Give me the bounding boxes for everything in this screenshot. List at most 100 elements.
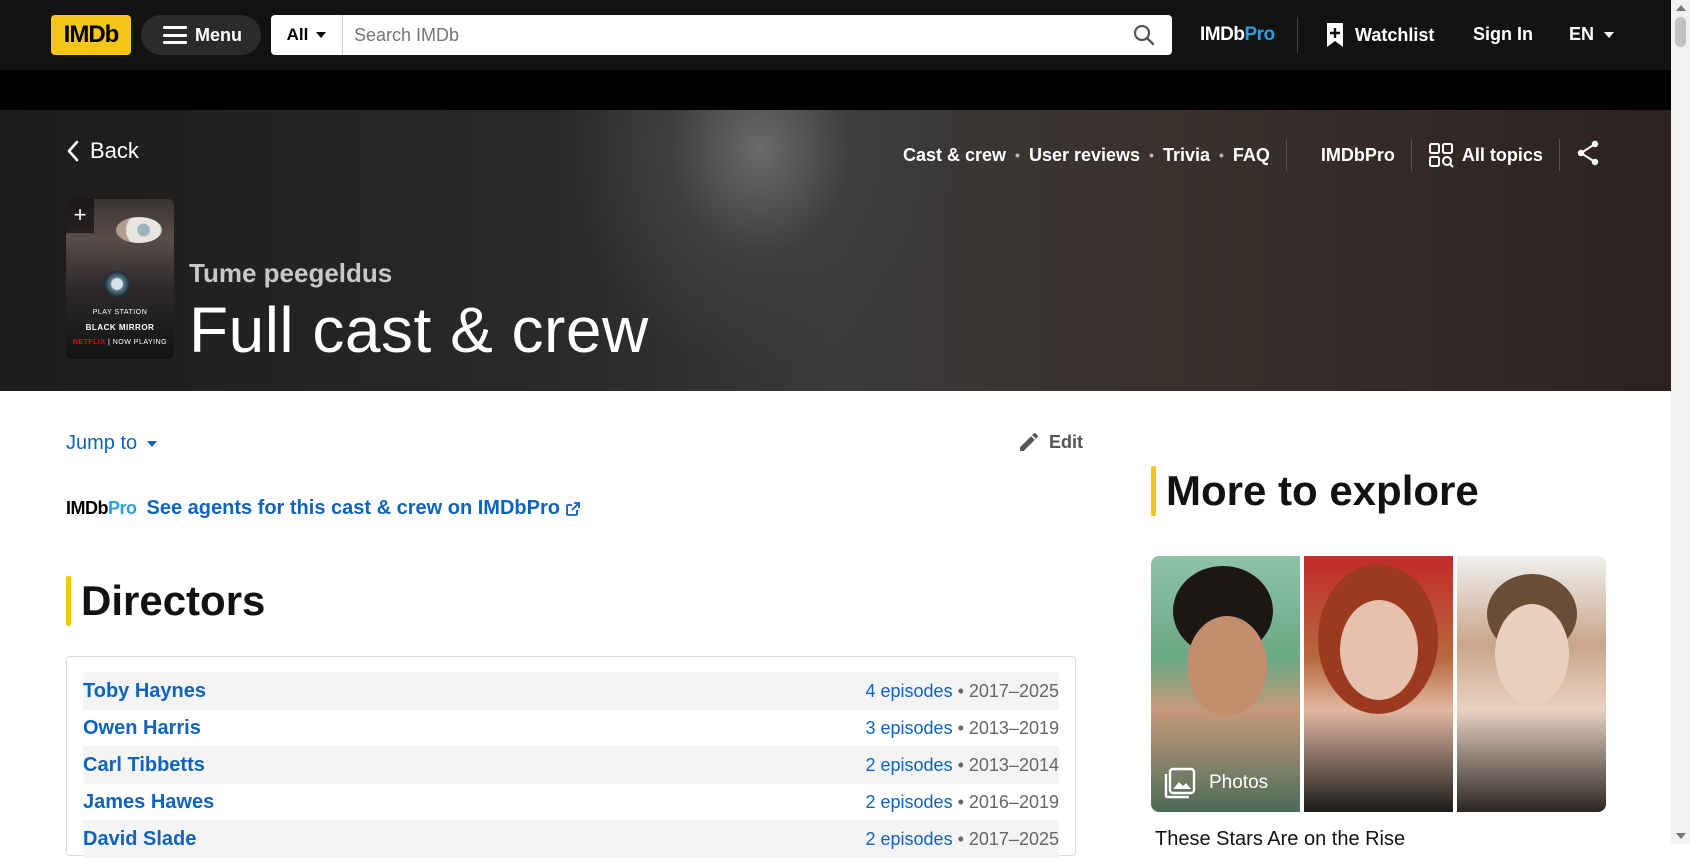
photos-card[interactable]: Photos bbox=[1151, 556, 1606, 812]
sign-in-link[interactable]: Sign In bbox=[1473, 24, 1533, 45]
series-title[interactable]: Tume peegeldus bbox=[189, 258, 392, 289]
agents-pro-main: IMDb bbox=[66, 498, 109, 518]
photo-face bbox=[1495, 604, 1569, 704]
subnav-user-reviews[interactable]: User reviews bbox=[1029, 145, 1140, 166]
nav-divider bbox=[1297, 17, 1298, 53]
menu-button[interactable]: Menu bbox=[141, 15, 261, 55]
years: 2013–2019 bbox=[968, 717, 1059, 738]
rising-stars-link[interactable]: These Stars Are on the Rise bbox=[1155, 828, 1405, 851]
search-icon[interactable] bbox=[1116, 15, 1172, 55]
scroll-up-arrow-icon[interactable] bbox=[1676, 5, 1686, 11]
years: 2017–2025 bbox=[968, 828, 1059, 849]
scroll-down-arrow-icon[interactable] bbox=[1676, 833, 1686, 839]
agents-pro-pro: Pro bbox=[108, 498, 137, 518]
all-topics-button[interactable]: All topics bbox=[1428, 142, 1543, 168]
photo-face bbox=[1340, 600, 1418, 700]
add-to-watchlist-plus-icon[interactable]: + bbox=[66, 199, 94, 233]
episodes-link[interactable]: 3 episodes bbox=[866, 718, 953, 738]
page-scrollbar[interactable] bbox=[1671, 0, 1690, 844]
subnav-faq[interactable]: FAQ bbox=[1233, 145, 1270, 166]
page-title: Full cast & crew bbox=[189, 294, 649, 366]
director-name[interactable]: Toby Haynes bbox=[83, 680, 206, 703]
more-to-explore-title: More to explore bbox=[1166, 467, 1479, 514]
dot-separator: • bbox=[1149, 147, 1154, 163]
pro-logo-pro: Pro bbox=[1244, 24, 1275, 45]
search-category-dropdown[interactable]: All bbox=[271, 15, 343, 55]
subnav-divider bbox=[1410, 139, 1412, 171]
subnav-divider bbox=[1558, 139, 1560, 171]
language-label: EN bbox=[1569, 24, 1595, 44]
top-nav: IMDb Menu All IMDbPro Watchlist Sign In … bbox=[0, 0, 1671, 70]
external-link-icon bbox=[566, 501, 580, 516]
bookmark-plus-icon bbox=[1327, 23, 1343, 47]
directors-list: Toby Haynes 4 episodes • 2017–2025 Owen Ha… bbox=[66, 656, 1076, 858]
imdbpro-logo: IMDbPro bbox=[66, 498, 137, 519]
grid-icon bbox=[1428, 143, 1454, 168]
photos-label: Photos bbox=[1163, 766, 1268, 800]
search-input[interactable] bbox=[343, 15, 1116, 55]
director-name[interactable]: James Hawes bbox=[83, 791, 214, 814]
imdbpro-agents-promo: IMDbPro See agents for this cast & crew … bbox=[66, 497, 580, 520]
series-poster[interactable]: PLAY STATION BLACK MIRROR NETFLIX | NOW … bbox=[66, 199, 174, 359]
caret-down-icon bbox=[316, 32, 327, 38]
subnav-imdbpro[interactable]: IMDbPro bbox=[1321, 145, 1395, 166]
subnav-cast-crew[interactable]: Cast & crew bbox=[903, 145, 1006, 166]
hero-header: Back Cast & crew • User reviews • Trivia… bbox=[0, 110, 1671, 391]
poster-netflix: NETFLIX bbox=[72, 339, 106, 346]
heading-accent-bar bbox=[1151, 466, 1156, 516]
episodes-link[interactable]: 2 episodes bbox=[866, 792, 953, 812]
share-icon[interactable] bbox=[1576, 140, 1600, 171]
watchlist-label: Watchlist bbox=[1355, 24, 1435, 45]
years: 2013–2014 bbox=[968, 754, 1059, 775]
jump-to-label: Jump to bbox=[66, 432, 138, 454]
search-bar: All bbox=[271, 15, 1172, 55]
poster-title: BLACK MIRROR bbox=[85, 323, 155, 332]
jump-to-dropdown[interactable]: Jump to bbox=[66, 432, 158, 455]
director-name[interactable]: Owen Harris bbox=[83, 717, 201, 740]
edit-label: Edit bbox=[1049, 431, 1083, 452]
episodes-link[interactable]: 2 episodes bbox=[866, 829, 953, 849]
director-name[interactable]: Carl Tibbetts bbox=[83, 754, 205, 777]
photo-thumbnail bbox=[1457, 556, 1606, 812]
subnav-divider bbox=[1285, 139, 1287, 171]
director-name[interactable]: David Slade bbox=[83, 828, 196, 851]
caret-down-icon bbox=[1604, 31, 1615, 38]
language-selector[interactable]: EN bbox=[1569, 24, 1615, 45]
directors-heading: Directors bbox=[81, 577, 266, 624]
years: 2017–2025 bbox=[968, 680, 1059, 701]
chevron-left-icon bbox=[67, 140, 79, 162]
imdb-logo[interactable]: IMDb bbox=[51, 15, 131, 55]
back-link[interactable]: Back bbox=[66, 138, 139, 164]
heading-accent-bar bbox=[66, 576, 71, 626]
hamburger-icon bbox=[163, 26, 187, 44]
director-credit: 3 episodes • 2013–2019 bbox=[865, 717, 1060, 738]
pencil-icon bbox=[1020, 433, 1038, 451]
more-to-explore-heading: More to explore bbox=[1151, 466, 1479, 516]
menu-label: Menu bbox=[195, 24, 242, 45]
back-label: Back bbox=[90, 138, 139, 163]
table-row: Owen Harris 3 episodes • 2013–2019 bbox=[83, 709, 1059, 747]
poster-dial-art bbox=[104, 271, 130, 297]
poster-now-playing: NOW PLAYING bbox=[112, 339, 168, 346]
pro-logo-main: IMDb bbox=[1200, 24, 1245, 45]
table-row: James Hawes 2 episodes • 2016–2019 bbox=[83, 783, 1059, 821]
watchlist-button[interactable]: Watchlist bbox=[1325, 22, 1434, 48]
imdbpro-logo[interactable]: IMDbPro bbox=[1200, 24, 1275, 46]
poster-caption: PLAY STATION bbox=[92, 309, 148, 316]
caret-down-icon bbox=[147, 440, 158, 447]
years: 2016–2019 bbox=[968, 791, 1059, 812]
imdbpro-agents-link[interactable]: See agents for this cast & crew on IMDbP… bbox=[147, 497, 580, 520]
director-credit: 2 episodes • 2017–2025 bbox=[865, 828, 1060, 849]
director-credit: 2 episodes • 2013–2014 bbox=[865, 754, 1060, 775]
director-credit: 4 episodes • 2017–2025 bbox=[865, 680, 1060, 701]
scroll-thumb[interactable] bbox=[1675, 17, 1686, 47]
edit-button[interactable]: Edit bbox=[1017, 430, 1083, 454]
episodes-link[interactable]: 4 episodes bbox=[866, 681, 953, 701]
table-row: David Slade 2 episodes • 2017–2025 bbox=[83, 820, 1059, 858]
ad-banner-strip bbox=[0, 70, 1671, 110]
photo-face bbox=[1187, 616, 1267, 716]
table-row: Toby Haynes 4 episodes • 2017–2025 bbox=[83, 672, 1059, 710]
dot-separator: • bbox=[1218, 147, 1224, 163]
episodes-link[interactable]: 2 episodes bbox=[866, 755, 953, 775]
subnav-trivia[interactable]: Trivia bbox=[1163, 145, 1210, 166]
